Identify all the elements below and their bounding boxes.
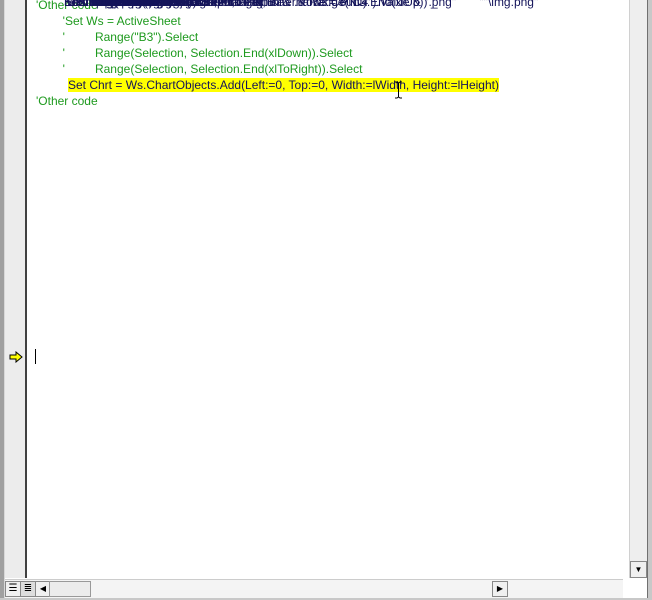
ibeam-cursor-icon: [395, 81, 402, 99]
horizontal-scrollbar[interactable]: ☰ ≣ ◀ ▶: [5, 579, 623, 598]
code-line-text: ' Range(Selection, Selection.End(xlDown)…: [36, 46, 353, 60]
scroll-right-button[interactable]: ▶: [492, 581, 508, 597]
comment-line[interactable]: ' Range(Selection, Selection.End(xlToRig…: [28, 61, 628, 77]
code-line[interactable]: End Sub: [56, 0, 604, 10]
vertical-scrollbar[interactable]: ▼: [629, 0, 648, 578]
code-line-text: ' Range("B3").Select: [36, 30, 199, 44]
execution-arrow-icon: [9, 351, 23, 363]
current-execution-line[interactable]: Set Chrt = Ws.ChartObjects.Add(Left:=0, …: [28, 77, 628, 93]
comment-line[interactable]: 'Other code: [28, 93, 628, 109]
procedure-view-icon[interactable]: ☰: [5, 581, 21, 597]
horizontal-scroll-thumb[interactable]: [49, 581, 91, 597]
scroll-down-button[interactable]: ▼: [630, 561, 647, 578]
full-module-view-icon[interactable]: ≣: [20, 581, 36, 597]
code-line-text: End Sub: [64, 0, 111, 9]
comment-line[interactable]: ' Range("B3").Select: [28, 29, 628, 45]
code-line-text: ' Range(Selection, Selection.End(xlToRig…: [36, 62, 363, 76]
comment-line[interactable]: 'Set Ws = ActiveSheet: [28, 13, 628, 29]
comment-line[interactable]: ' Range(Selection, Selection.End(xlDown)…: [28, 45, 628, 61]
text-caret: [35, 349, 36, 364]
code-window[interactable]: Sub rtp2() Dim Ws As Worksheet Dim Rng A…: [28, 0, 628, 575]
margin-indicator-bar[interactable]: [5, 0, 27, 578]
code-line-text: 'Other code: [36, 94, 98, 108]
window-border-right: [647, 0, 652, 600]
code-line-text: Set Chrt = Ws.ChartObjects.Add(Left:=0, …: [68, 78, 499, 92]
code-line-text: 'Set Ws = ActiveSheet: [36, 14, 181, 28]
